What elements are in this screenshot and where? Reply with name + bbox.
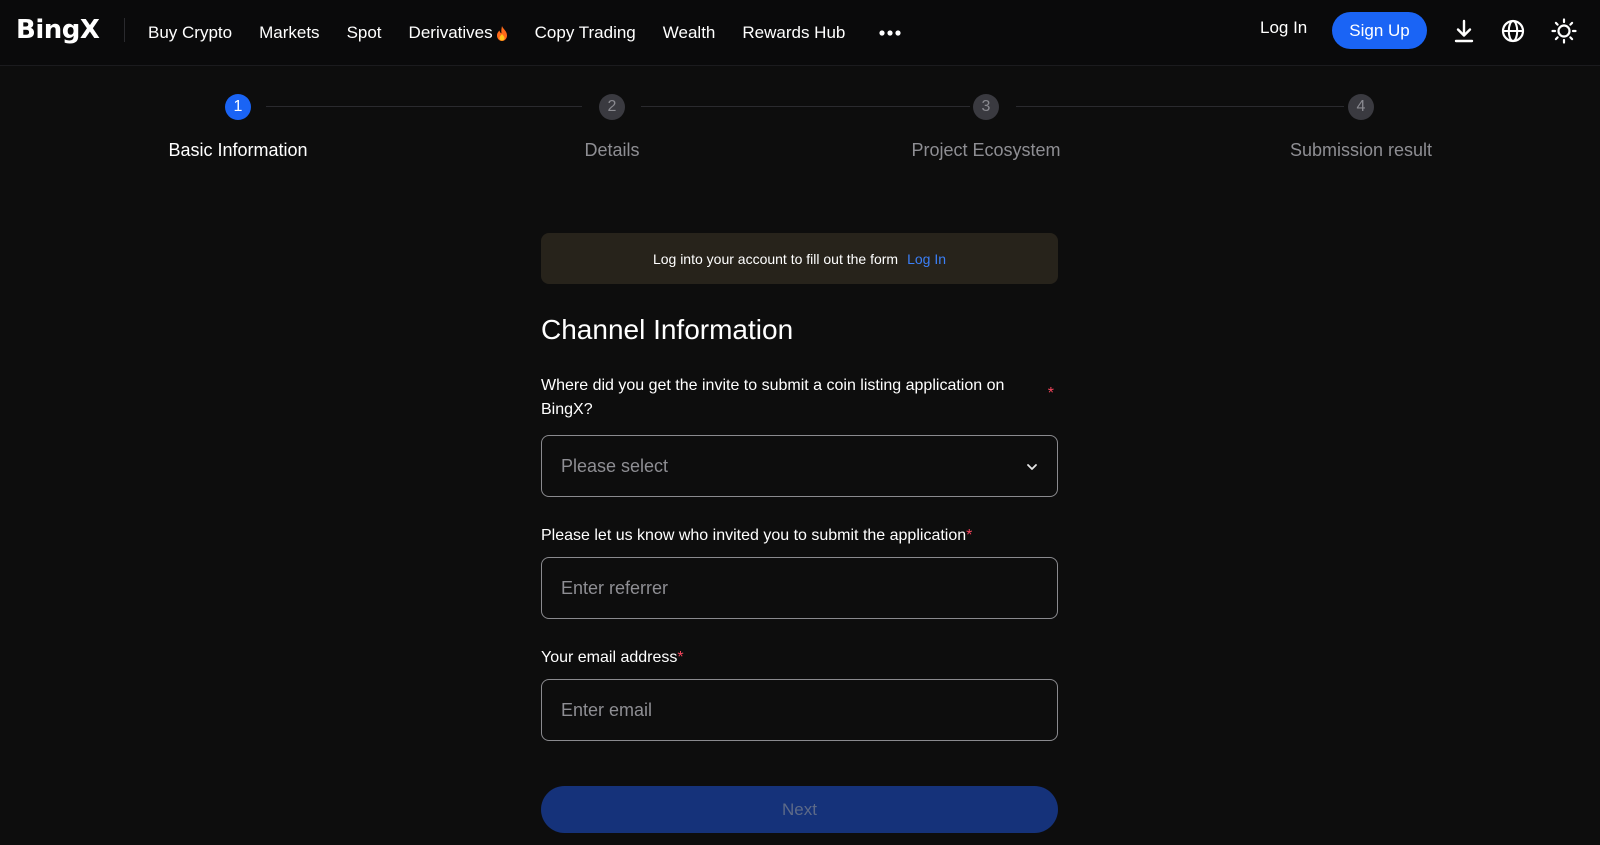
step-2-label: Details — [584, 140, 640, 160]
invite-source-placeholder: Please select — [561, 455, 669, 476]
referrer-label: Please let us know who invited you to su… — [541, 524, 1058, 548]
required-marker: * — [966, 527, 973, 544]
step-3-circle: 3 — [973, 94, 999, 120]
nav-buy-crypto[interactable]: Buy Crypto — [148, 23, 232, 43]
bingx-logo[interactable]: BingX — [16, 15, 100, 45]
step-2-circle: 2 — [599, 94, 625, 120]
download-icon[interactable] — [1451, 18, 1477, 44]
more-dots-icon[interactable] — [878, 29, 902, 37]
invite-source-select[interactable]: Please select — [541, 435, 1058, 497]
email-label-text: Your email address — [541, 649, 678, 666]
signup-button[interactable]: Sign Up — [1332, 12, 1427, 49]
step-connector — [266, 106, 582, 107]
referrer-field[interactable] — [541, 557, 1058, 619]
nav-spot[interactable]: Spot — [347, 23, 382, 43]
login-link[interactable]: Log In — [1260, 18, 1307, 38]
nav-wealth[interactable]: Wealth — [663, 23, 716, 43]
email-field[interactable] — [541, 679, 1058, 741]
referrer-input[interactable] — [561, 577, 1038, 599]
email-input[interactable] — [561, 699, 1038, 721]
invite-source-label: Where did you get the invite to submit a… — [541, 374, 1054, 422]
nav-derivatives-label: Derivatives — [408, 23, 493, 42]
step-4-label: Submission result — [1289, 140, 1433, 160]
section-title: Channel Information — [541, 314, 794, 345]
chevron-down-icon — [1027, 464, 1037, 470]
nav-links: Buy Crypto Markets Spot Derivatives Copy… — [148, 0, 902, 66]
nav-rewards-hub[interactable]: Rewards Hub — [742, 23, 845, 43]
nav-derivatives[interactable]: Derivatives — [409, 23, 508, 43]
progress-stepper: 1 2 3 4 Basic Information Details Projec… — [0, 92, 1600, 172]
required-marker: * — [1047, 385, 1054, 402]
login-banner-text: Log into your account to fill out the fo… — [652, 250, 899, 267]
step-3-label: Project Ecosystem — [911, 140, 1061, 160]
next-button[interactable]: Next — [541, 786, 1058, 833]
step-connector — [1016, 106, 1344, 107]
globe-icon[interactable] — [1500, 18, 1526, 44]
step-connector — [641, 106, 970, 107]
banner-login-link[interactable]: Log In — [907, 251, 946, 267]
nav-copy-trading[interactable]: Copy Trading — [535, 23, 636, 43]
step-1-label: Basic Information — [168, 140, 308, 160]
required-marker: * — [677, 649, 684, 666]
login-banner: Log into your account to fill out the fo… — [541, 233, 1058, 284]
step-4-circle: 4 — [1348, 94, 1374, 120]
fire-icon — [496, 25, 507, 41]
invite-source-label-text: Where did you get the invite to submit a… — [541, 377, 1005, 418]
sun-icon[interactable] — [1551, 18, 1577, 44]
listing-application-form: Log into your account to fill out the fo… — [541, 233, 1058, 833]
referrer-label-text: Please let us know who invited you to su… — [541, 527, 967, 544]
nav-divider — [124, 18, 125, 42]
email-label: Your email address* — [541, 646, 1058, 670]
nav-markets[interactable]: Markets — [259, 23, 319, 43]
step-1-circle: 1 — [225, 94, 251, 120]
top-navigation: BingX Buy Crypto Markets Spot Derivative… — [0, 0, 1600, 66]
